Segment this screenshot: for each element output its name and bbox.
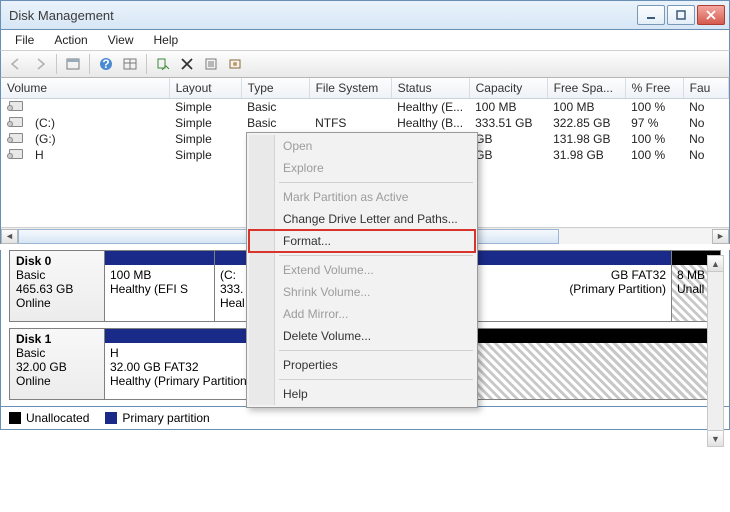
toolbar: ? [0,50,730,78]
drive-icon [9,149,23,159]
disk-info-1[interactable]: Disk 1 Basic 32.00 GB Online [10,329,105,399]
maximize-button[interactable] [667,5,695,25]
context-menu: Open Explore Mark Partition as Active Ch… [246,132,478,408]
ctx-extend[interactable]: Extend Volume... [249,259,475,281]
col-type[interactable]: Type [241,78,309,99]
close-button[interactable] [697,5,725,25]
menu-file[interactable]: File [7,32,42,48]
minimize-button[interactable] [637,5,665,25]
window-title: Disk Management [9,8,635,23]
vertical-scrollbar[interactable]: ▲ ▼ [707,255,724,447]
drive-icon [9,101,23,111]
col-layout[interactable]: Layout [169,78,241,99]
disk1-size: 32.00 GB [16,360,98,374]
col-status[interactable]: Status [391,78,469,99]
col-capacity[interactable]: Capacity [469,78,547,99]
menu-help[interactable]: Help [146,32,187,48]
svg-text:?: ? [102,57,109,71]
col-free[interactable]: Free Spa... [547,78,625,99]
ctx-properties[interactable]: Properties [249,354,475,376]
ctx-change-letter[interactable]: Change Drive Letter and Paths... [249,208,475,230]
forward-icon [29,53,51,75]
ctx-format[interactable]: Format... [249,230,475,252]
settings-icon[interactable] [224,53,246,75]
legend-primary: Primary partition [105,411,209,425]
ctx-explore[interactable]: Explore [249,157,475,179]
volume-row[interactable]: SimpleBasicHealthy (E...100 MB100 MB100 … [1,99,729,116]
col-fault[interactable]: Fau [683,78,728,99]
refresh-icon[interactable] [152,53,174,75]
legend-unallocated: Unallocated [9,411,89,425]
view-icon[interactable] [62,53,84,75]
menu-view[interactable]: View [100,32,142,48]
scroll-down-icon[interactable]: ▼ [708,430,723,446]
ctx-shrink[interactable]: Shrink Volume... [249,281,475,303]
back-icon [5,53,27,75]
disk1-state: Online [16,374,98,388]
volume-row[interactable]: (C:)SimpleBasicNTFSHealthy (B...333.51 G… [1,115,729,131]
help-icon[interactable]: ? [95,53,117,75]
ctx-mirror[interactable]: Add Mirror... [249,303,475,325]
disk-info-0[interactable]: Disk 0 Basic 465.63 GB Online [10,251,105,321]
drive-icon [9,133,23,143]
disk1-name: Disk 1 [16,332,98,346]
disk1-type: Basic [16,346,98,360]
scroll-up-icon[interactable]: ▲ [708,256,723,272]
delete-icon[interactable] [176,53,198,75]
scroll-left-icon[interactable]: ◄ [1,229,18,244]
menu-action[interactable]: Action [46,32,95,48]
ctx-help[interactable]: Help [249,383,475,405]
title-bar: Disk Management [0,0,730,30]
disk0-size: 465.63 GB [16,282,98,296]
column-header-row: Volume Layout Type File System Status Ca… [1,78,729,99]
partition-unallocated[interactable] [477,329,720,399]
disk0-name: Disk 0 [16,254,98,268]
properties-icon[interactable] [200,53,222,75]
disk0-type: Basic [16,268,98,282]
ctx-mark-active[interactable]: Mark Partition as Active [249,186,475,208]
scroll-right-icon[interactable]: ► [712,229,729,244]
disk0-state: Online [16,296,98,310]
ctx-delete[interactable]: Delete Volume... [249,325,475,347]
partition[interactable]: 100 MBHealthy (EFI S [105,251,215,321]
menu-bar: File Action View Help [0,30,730,50]
ctx-open[interactable]: Open [249,135,475,157]
drive-icon [9,117,23,127]
grid-icon[interactable] [119,53,141,75]
legend: Unallocated Primary partition [0,407,730,430]
col-volume[interactable]: Volume [1,78,169,99]
col-pct[interactable]: % Free [625,78,683,99]
col-fs[interactable]: File System [309,78,391,99]
